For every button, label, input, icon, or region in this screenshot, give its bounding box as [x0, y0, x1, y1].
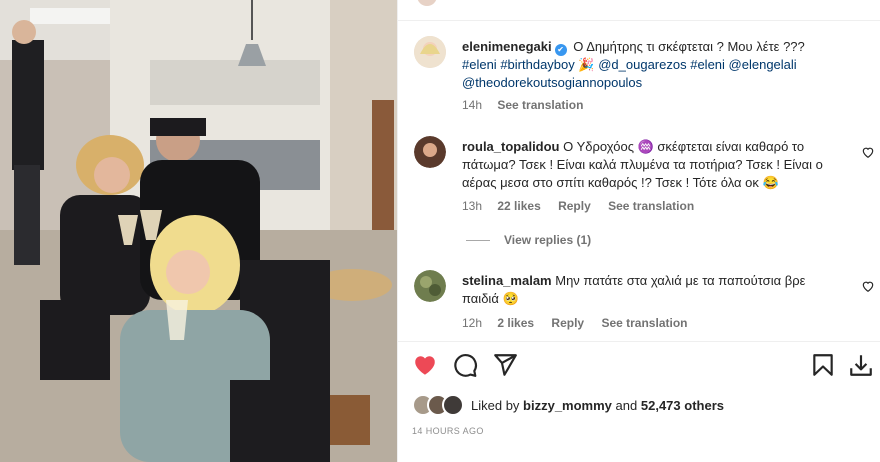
comment-reply-button[interactable]: Reply: [551, 316, 584, 330]
divider: [398, 20, 880, 21]
comment-meta: 12h 2 likes Reply See translation: [462, 316, 701, 330]
caption-tag[interactable]: #birthdayboy: [500, 57, 574, 72]
post-image: [0, 0, 397, 462]
post-photo[interactable]: [0, 0, 397, 462]
comment-username[interactable]: stelina_malam: [462, 273, 552, 288]
caption-tag[interactable]: #eleni: [690, 57, 725, 72]
avatar-image: [414, 270, 446, 302]
comment-likes[interactable]: 2 likes: [497, 316, 534, 330]
caption-meta: 14h See translation: [462, 98, 597, 112]
comment: stelina_malam Μην πατάτε στα χαλιά με τα…: [462, 272, 842, 308]
comment-see-translation[interactable]: See translation: [608, 199, 694, 213]
verified-badge-icon: ✔: [554, 44, 567, 56]
previous-avatar: [417, 0, 437, 6]
caption-tag[interactable]: @theodorekoutsogiannopoulos: [462, 75, 642, 90]
post-panel: elenimenegaki ✔ Ο Δημήτρης τι σκέφτεται ?…: [397, 0, 880, 462]
caption-tag[interactable]: #eleni: [462, 57, 497, 72]
liked-by-others[interactable]: 52,473 others: [641, 398, 724, 413]
bookmark-icon[interactable]: [810, 352, 836, 378]
comment-time[interactable]: 13h: [462, 199, 482, 213]
comment: roula_topalidou Ο Υδροχόος ♒ σκέφτεται ε…: [462, 138, 842, 192]
comment-meta: 13h 22 likes Reply See translation: [462, 199, 708, 213]
comment-see-translation[interactable]: See translation: [601, 316, 687, 330]
caption-time[interactable]: 14h: [462, 98, 482, 112]
liked-by-middle: and: [615, 397, 638, 413]
comment-reply-button[interactable]: Reply: [558, 199, 591, 213]
avatar-roula[interactable]: [414, 136, 446, 168]
comment-icon[interactable]: [452, 352, 478, 378]
avatar-image: [414, 136, 446, 168]
avatar-image: [414, 36, 446, 68]
avatar-author[interactable]: [414, 36, 446, 68]
replies-line: [466, 240, 490, 242]
caption-tag[interactable]: @d_ougarezos: [598, 57, 686, 72]
comment-likes[interactable]: 22 likes: [497, 199, 540, 213]
share-icon[interactable]: [492, 352, 518, 378]
view-replies-button[interactable]: View replies (1): [466, 233, 591, 247]
caption-see-translation[interactable]: See translation: [497, 98, 583, 112]
download-icon[interactable]: [848, 352, 874, 378]
divider: [398, 341, 880, 342]
caption-emoji: 🎉: [578, 57, 595, 72]
caption-username[interactable]: elenimenegaki: [462, 39, 552, 54]
comment-like-heart-icon[interactable]: [861, 145, 875, 159]
liker-avatar: [442, 394, 464, 416]
avatar-stelina[interactable]: [414, 270, 446, 302]
liked-by-user[interactable]: bizzy_mommy: [523, 398, 612, 413]
liked-by-prefix: Liked by: [471, 397, 520, 413]
caption-tag[interactable]: @elengelali: [729, 57, 797, 72]
caption: elenimenegaki ✔ Ο Δημήτρης τι σκέφτεται ?…: [462, 38, 842, 92]
comment-time[interactable]: 12h: [462, 316, 482, 330]
caption-text: Ο Δημήτρης τι σκέφτεται ? Μου λέτε ???: [573, 39, 805, 54]
comment-username[interactable]: roula_topalidou: [462, 139, 560, 154]
heart-filled-icon[interactable]: [412, 352, 438, 378]
post-timestamp[interactable]: 14 HOURS AGO: [412, 426, 484, 436]
liked-by: Liked by bizzy_mommy and 52,473 others: [412, 394, 724, 416]
comment-like-heart-icon[interactable]: [861, 279, 875, 293]
liked-by-text: Liked by bizzy_mommy and 52,473 others: [471, 398, 724, 413]
view-replies-label: View replies (1): [504, 233, 592, 247]
